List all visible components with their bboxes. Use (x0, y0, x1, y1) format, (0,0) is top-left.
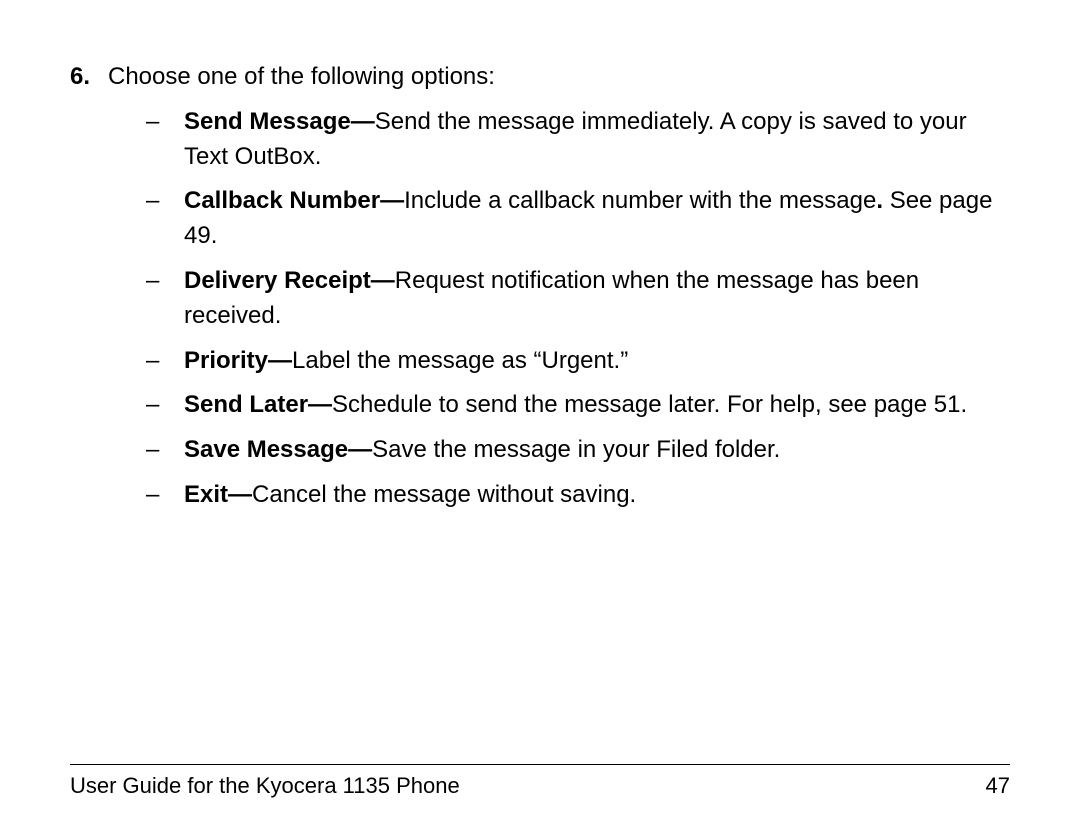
option-desc: Schedule to send the message later. For … (332, 391, 967, 418)
page-number: 47 (986, 773, 1010, 799)
step-6: 6. Choose one of the following options: (70, 60, 1010, 95)
list-item: – Exit—Cancel the message without saving… (146, 478, 1010, 513)
step-number: 6. (70, 60, 108, 95)
dash-icon: – (146, 344, 184, 379)
option-list: – Send Message—Send the message immediat… (146, 105, 1010, 513)
dash-icon: – (146, 264, 184, 334)
option-punct: . (876, 187, 889, 214)
option-text: Priority—Label the message as “Urgent.” (184, 344, 1010, 379)
option-label: Priority— (184, 347, 292, 374)
list-item: – Send Message—Send the message immediat… (146, 105, 1010, 175)
list-item: – Save Message—Save the message in your … (146, 433, 1010, 468)
page-footer: User Guide for the Kyocera 1135 Phone 47 (70, 764, 1010, 799)
page-content: 6. Choose one of the following options: … (70, 60, 1010, 513)
option-text: Callback Number—Include a callback numbe… (184, 184, 1010, 254)
option-label: Send Message— (184, 108, 375, 135)
footer-title: User Guide for the Kyocera 1135 Phone (70, 773, 460, 799)
option-text: Send Later—Schedule to send the message … (184, 388, 1010, 423)
option-text: Save Message—Save the message in your Fi… (184, 433, 1010, 468)
list-item: – Priority—Label the message as “Urgent.… (146, 344, 1010, 379)
option-label: Send Later— (184, 391, 332, 418)
dash-icon: – (146, 433, 184, 468)
option-desc: Include a callback number with the messa… (404, 187, 876, 214)
option-desc: Save the message in your Filed folder. (372, 436, 780, 463)
option-label: Exit— (184, 481, 252, 508)
list-item: – Send Later—Schedule to send the messag… (146, 388, 1010, 423)
option-text: Send Message—Send the message immediatel… (184, 105, 1010, 175)
option-label: Delivery Receipt— (184, 267, 395, 294)
list-item: – Callback Number—Include a callback num… (146, 184, 1010, 254)
option-desc: Label the message as “Urgent.” (292, 347, 628, 374)
option-text: Delivery Receipt—Request notification wh… (184, 264, 1010, 334)
step-text: Choose one of the following options: (108, 60, 1010, 95)
option-label: Callback Number— (184, 187, 404, 214)
option-label: Save Message— (184, 436, 372, 463)
dash-icon: – (146, 105, 184, 175)
dash-icon: – (146, 478, 184, 513)
list-item: – Delivery Receipt—Request notification … (146, 264, 1010, 334)
option-desc: Cancel the message without saving. (252, 481, 636, 508)
dash-icon: – (146, 184, 184, 254)
dash-icon: – (146, 388, 184, 423)
option-text: Exit—Cancel the message without saving. (184, 478, 1010, 513)
